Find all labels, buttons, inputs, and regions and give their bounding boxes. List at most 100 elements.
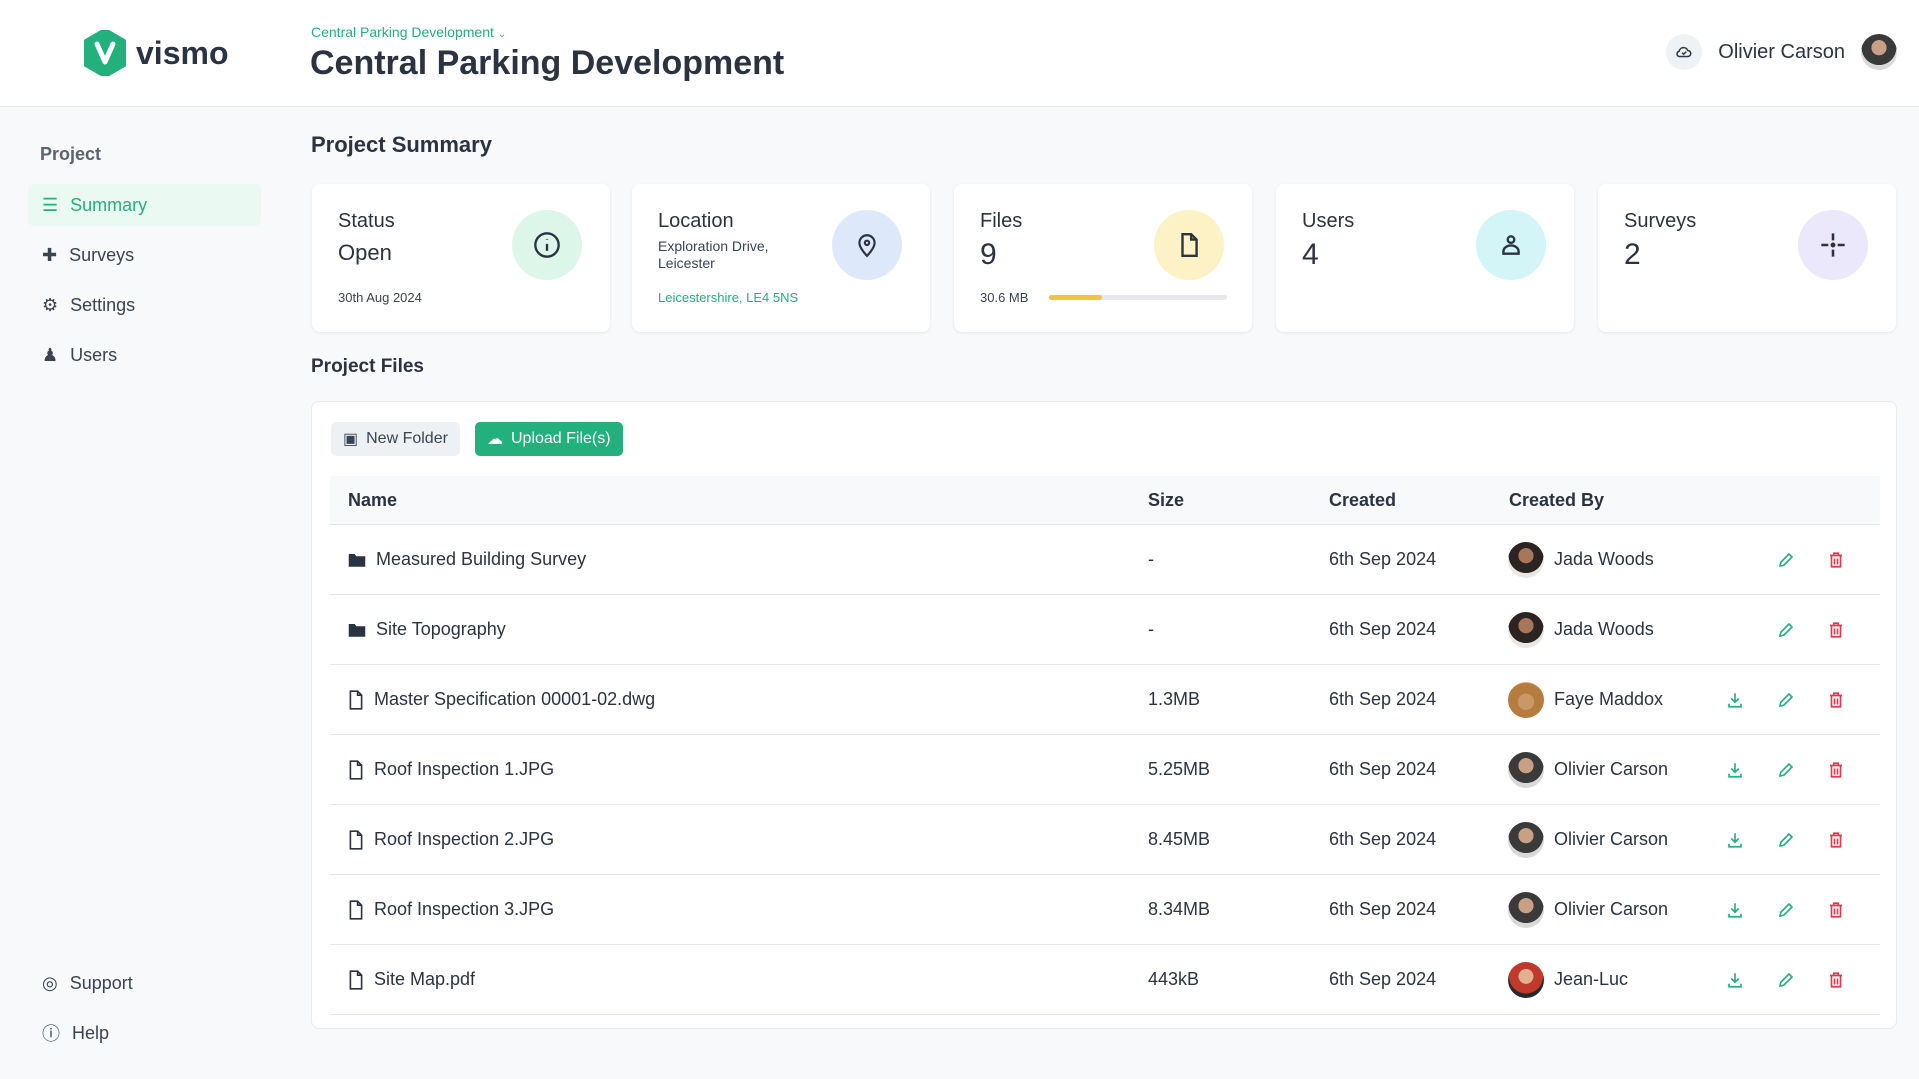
pencil-icon: [1777, 831, 1795, 849]
file-icon: [348, 689, 364, 710]
delete-button[interactable]: [1827, 945, 1845, 1014]
file-name[interactable]: Roof Inspection 2.JPG: [374, 829, 554, 850]
download-button[interactable]: [1726, 735, 1744, 804]
edit-button[interactable]: [1777, 595, 1795, 664]
created-date: 6th Sep 2024: [1329, 899, 1437, 919]
file-name[interactable]: Site Map.pdf: [374, 969, 475, 990]
upload-files-button[interactable]: ☁ Upload File(s): [475, 422, 623, 456]
file-size: 1.3MB: [1148, 689, 1201, 709]
storage-progress-bar: [1049, 295, 1227, 300]
delete-button[interactable]: [1827, 735, 1845, 804]
file-name[interactable]: Roof Inspection 3.JPG: [374, 899, 554, 920]
edit-button[interactable]: [1777, 735, 1795, 804]
pencil-icon: [1777, 971, 1795, 989]
created-date: 6th Sep 2024: [1329, 549, 1437, 569]
trash-icon: [1827, 621, 1845, 639]
sidebar-item-settings[interactable]: ⚙ Settings: [28, 284, 261, 326]
button-label: Upload File(s): [511, 430, 611, 447]
sidebar-item-label: Settings: [70, 294, 136, 315]
table-row[interactable]: Roof Inspection 3.JPG 8.34MB 6th Sep 202…: [330, 875, 1880, 945]
created-date: 6th Sep 2024: [1329, 759, 1437, 779]
sidebar-item-users[interactable]: ♟ Users: [28, 334, 261, 376]
cloud-upload-icon: ☁: [487, 431, 503, 448]
file-name[interactable]: Master Specification 00001-02.dwg: [374, 689, 655, 710]
sidebar-item-support[interactable]: ◎ Support: [28, 962, 261, 1004]
file-size: 8.34MB: [1148, 899, 1211, 919]
table-row[interactable]: Roof Inspection 2.JPG 8.45MB 6th Sep 202…: [330, 805, 1880, 875]
sidebar-item-help[interactable]: ⓘ Help: [28, 1012, 261, 1054]
file-name[interactable]: Measured Building Survey: [376, 549, 586, 570]
file-name[interactable]: Roof Inspection 1.JPG: [374, 759, 554, 780]
info-icon: [512, 210, 582, 280]
file-name[interactable]: Site Topography: [376, 619, 506, 640]
download-button[interactable]: [1726, 945, 1744, 1014]
sidebar-item-surveys[interactable]: ✚ Surveys: [28, 234, 261, 276]
user-avatar[interactable]: [1861, 34, 1897, 70]
crosshair-icon: [1798, 210, 1868, 280]
cloud-sync-button[interactable]: [1666, 34, 1703, 70]
download-button[interactable]: [1726, 875, 1744, 944]
table-header: Name Size Created Created By: [330, 476, 1880, 525]
sidebar-item-summary[interactable]: ☰ Summary: [28, 184, 261, 226]
created-date: 6th Sep 2024: [1329, 689, 1437, 709]
table-row[interactable]: Measured Building Survey - 6th Sep 2024 …: [330, 525, 1880, 595]
page-title: Central Parking Development: [310, 44, 785, 82]
location-address: Exploration Drive, Leicester: [658, 238, 769, 271]
delete-button[interactable]: [1827, 525, 1845, 594]
file-icon: [348, 969, 364, 990]
edit-button[interactable]: [1777, 525, 1795, 594]
pencil-icon: [1777, 691, 1795, 709]
creator-avatar: [1508, 681, 1544, 718]
edit-button[interactable]: [1777, 665, 1795, 734]
breadcrumb-label: Central Parking Development: [311, 24, 494, 40]
users-card: Users 4: [1276, 184, 1574, 332]
files-card: Files 9 30.6 MB: [954, 184, 1252, 332]
help-icon: ⓘ: [42, 1024, 60, 1044]
gear-icon: ⚙: [42, 294, 59, 315]
delete-button[interactable]: [1827, 875, 1845, 944]
delete-button[interactable]: [1827, 805, 1845, 874]
edit-button[interactable]: [1777, 805, 1795, 874]
files-panel: ▣ New Folder ☁ Upload File(s) Name Size Cr…: [311, 401, 1897, 1029]
file-size: -: [1148, 549, 1154, 569]
column-created[interactable]: Created: [1329, 476, 1396, 524]
edit-button[interactable]: [1777, 875, 1795, 944]
project-breadcrumb-dropdown[interactable]: Central Parking Development ⌄: [311, 24, 506, 40]
creator-name: Jada Woods: [1554, 549, 1654, 569]
table-row[interactable]: Site Map.pdf 443kB 6th Sep 2024 Jean-Luc: [330, 945, 1880, 1015]
download-button[interactable]: [1726, 665, 1744, 734]
creator-avatar: [1508, 611, 1544, 648]
table-row[interactable]: Roof Inspection 1.JPG 5.25MB 6th Sep 202…: [330, 735, 1880, 805]
table-row[interactable]: Site Topography - 6th Sep 2024 Jada Wood…: [330, 595, 1880, 665]
file-icon: [348, 899, 364, 920]
pencil-icon: [1777, 621, 1795, 639]
top-header: vismo Central Parking Development ⌄ Cent…: [0, 0, 1919, 107]
trash-icon: [1827, 551, 1845, 569]
folder-icon: [348, 622, 366, 638]
card-label: Status: [338, 210, 395, 232]
delete-button[interactable]: [1827, 595, 1845, 664]
status-value: Open: [338, 240, 392, 265]
creator-name: Jada Woods: [1554, 619, 1654, 639]
new-folder-button[interactable]: ▣ New Folder: [331, 422, 460, 456]
column-size[interactable]: Size: [1148, 476, 1184, 524]
download-icon: [1726, 901, 1744, 919]
trash-icon: [1827, 691, 1845, 709]
files-count: 9: [980, 238, 997, 271]
pencil-icon: [1777, 551, 1795, 569]
created-date: 6th Sep 2024: [1329, 829, 1437, 849]
edit-button[interactable]: [1777, 945, 1795, 1014]
created-date: 6th Sep 2024: [1329, 969, 1437, 989]
cloud-check-icon: [1676, 46, 1692, 58]
download-button[interactable]: [1726, 805, 1744, 874]
chevron-down-icon: ⌄: [497, 29, 507, 40]
logo[interactable]: vismo: [84, 30, 228, 76]
storage-progress-fill: [1049, 295, 1103, 300]
delete-button[interactable]: [1827, 665, 1845, 734]
column-name[interactable]: Name: [348, 476, 397, 524]
column-created-by[interactable]: Created By: [1509, 476, 1604, 524]
creator-avatar: [1508, 961, 1544, 998]
button-label: New Folder: [366, 430, 448, 447]
table-row[interactable]: Master Specification 00001-02.dwg 1.3MB …: [330, 665, 1880, 735]
file-size: 443kB: [1148, 969, 1200, 989]
